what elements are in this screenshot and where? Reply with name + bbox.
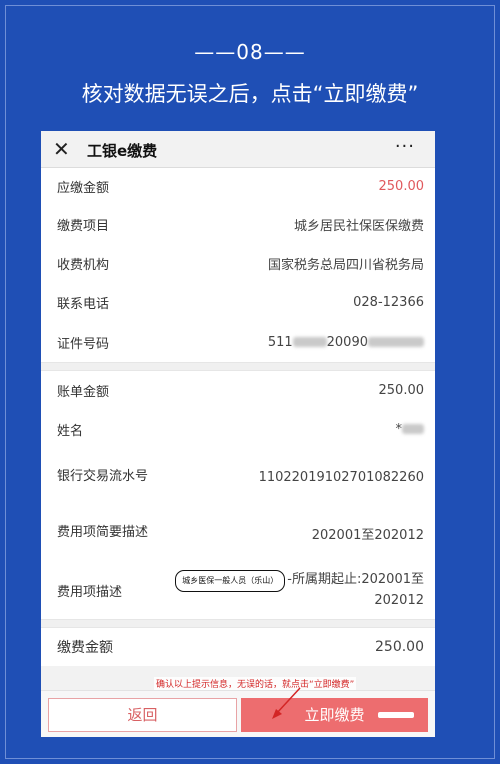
brief-desc-label: 费用项简要描述	[57, 525, 149, 540]
fee-desc-highlight: 城乡医保一般人员（乐山）	[175, 570, 286, 592]
payment-info-section: 应缴金额 250.00 缴费项目 城乡居民社保医保缴费 收费机构 国家税务总局四…	[41, 168, 435, 362]
more-options-icon[interactable]: ···	[395, 136, 415, 157]
due-amount-value: 250.00	[378, 178, 425, 194]
payment-item-row: 缴费项目 城乡居民社保医保缴费	[41, 204, 435, 244]
pay-now-button[interactable]: 立即缴费	[241, 698, 428, 732]
name-value: *	[396, 422, 424, 437]
bill-amount-value: 250.00	[378, 382, 425, 398]
section-divider	[41, 362, 435, 371]
back-button[interactable]: 返回	[48, 698, 237, 732]
name-row: 姓名 *	[41, 409, 435, 449]
phone-row: 联系电话 028-12366	[41, 283, 435, 322]
brief-desc-value: 202001至202012	[311, 527, 424, 543]
pay-amount-section: 缴费金额 250.00	[41, 628, 435, 666]
bill-amount-label: 账单金额	[57, 384, 110, 400]
section-divider	[41, 619, 435, 628]
instruction-headline: 核对数据无误之后，点击“立即缴费”	[81, 82, 419, 106]
payment-item-value: 城乡居民社保医保缴费	[293, 218, 424, 234]
close-icon[interactable]: ✕	[53, 137, 70, 161]
transaction-row: 银行交易流水号 11022019102701082260	[41, 449, 435, 505]
name-redaction	[402, 424, 424, 434]
id-number-label: 证件号码	[57, 336, 110, 352]
app-titlebar: ✕ 工银e缴费 ···	[41, 131, 435, 168]
fee-desc-label: 费用项描述	[57, 584, 123, 600]
pay-amount-value: 250.00	[375, 639, 424, 655]
institution-label: 收费机构	[57, 258, 110, 273]
app-title: 工银e缴费	[87, 142, 158, 160]
fee-desc-text: -所属期起止:202001至202012	[287, 572, 424, 608]
fee-desc-row: 费用项描述 城乡医保一般人员（乐山） -所属期起止:202001至202012	[41, 561, 435, 619]
id-number-row: 证件号码 511 20090	[41, 322, 435, 362]
pay-redaction	[378, 712, 414, 718]
id-redaction	[368, 337, 424, 347]
due-amount-row: 应缴金额 250.00	[41, 168, 435, 204]
phone-value: 028-12366	[353, 295, 424, 310]
institution-value: 国家税务总局四川省税务局	[267, 258, 424, 273]
due-amount-label: 应缴金额	[57, 180, 110, 196]
step-number: ——08——	[194, 40, 306, 64]
id-prefix: 511	[267, 334, 293, 350]
id-mid: 20090	[326, 334, 368, 350]
action-bar: 返回 立即缴费	[41, 690, 435, 737]
bill-amount-row: 账单金额 250.00	[41, 371, 435, 409]
phone-label: 联系电话	[57, 297, 110, 312]
id-number-value: 511 20090	[268, 335, 424, 350]
transaction-value: 11022019102701082260	[258, 469, 424, 485]
annotation-note: 确认以上提示信息，无误的话，就点击“立即缴费”	[154, 677, 357, 690]
payment-item-label: 缴费项目	[57, 218, 110, 234]
bill-detail-section: 账单金额 250.00 姓名 * 银行交易流水号 110220191027010…	[41, 371, 435, 619]
transaction-label: 银行交易流水号	[57, 469, 149, 484]
pay-amount-label: 缴费金额	[57, 640, 113, 656]
brief-desc-row: 费用项简要描述 202001至202012	[41, 505, 435, 561]
name-label: 姓名	[57, 423, 84, 439]
phone-screen: ✕ 工银e缴费 ··· 应缴金额 250.00 缴费项目 城乡居民社保医保缴费 …	[41, 131, 435, 737]
fee-desc-value: 城乡医保一般人员（乐山） -所属期起止:202001至202012	[162, 570, 424, 610]
pay-amount-row: 缴费金额 250.00	[41, 628, 435, 666]
pay-now-label: 立即缴费	[304, 706, 365, 724]
id-redaction	[292, 337, 327, 347]
institution-row: 收费机构 国家税务总局四川省税务局	[41, 244, 435, 283]
